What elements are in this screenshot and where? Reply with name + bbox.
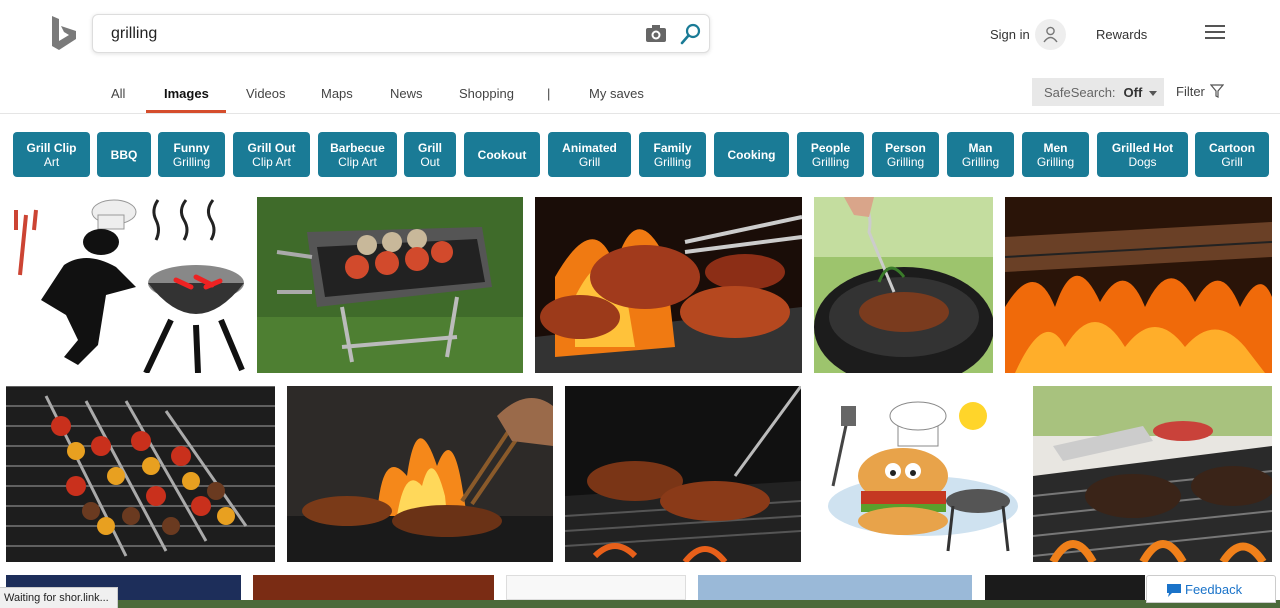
avatar[interactable]: [1035, 19, 1066, 50]
image-result-chef-clipart[interactable]: [6, 195, 245, 373]
user-icon: [1043, 26, 1058, 43]
tab-maps[interactable]: Maps: [321, 86, 353, 101]
related-chip[interactable]: Barbecue Clip Art: [318, 132, 397, 177]
sign-in-link[interactable]: Sign in: [990, 27, 1030, 42]
search-icon[interactable]: [680, 23, 702, 45]
related-chip[interactable]: Funny Grilling: [158, 132, 225, 177]
tab-my-saves[interactable]: My saves: [589, 86, 644, 101]
safesearch-label: SafeSearch:: [1044, 85, 1116, 100]
bing-logo[interactable]: [50, 16, 78, 50]
related-chip[interactable]: Grill Clip Art: [13, 132, 90, 177]
safesearch-value: Off: [1123, 85, 1143, 100]
image-result-portable-grill[interactable]: [257, 197, 523, 373]
hamburger-menu-icon[interactable]: [1205, 25, 1225, 41]
related-chip[interactable]: People Grilling: [797, 132, 864, 177]
image-result-partial[interactable]: [698, 575, 972, 600]
related-chip[interactable]: Animated Grill: [548, 132, 631, 177]
related-chip[interactable]: Grill Out Clip Art: [233, 132, 310, 177]
status-bar: Waiting for shor.link...: [0, 587, 118, 608]
image-result-grill-fork[interactable]: [814, 197, 993, 373]
feedback-button[interactable]: Feedback: [1146, 575, 1276, 603]
active-tab-indicator: [146, 110, 226, 113]
related-chip[interactable]: Men Grilling: [1022, 132, 1089, 177]
image-result-flames-grill[interactable]: [1005, 197, 1272, 373]
image-result-flame-chopsticks[interactable]: [287, 386, 553, 562]
related-chip[interactable]: Cartoon Grill: [1195, 132, 1269, 177]
camera-icon[interactable]: [645, 24, 667, 44]
image-result-kebabs[interactable]: [6, 386, 275, 562]
funnel-icon[interactable]: [1210, 84, 1224, 98]
image-result-partial[interactable]: [253, 575, 494, 600]
related-chip[interactable]: Family Grilling: [639, 132, 706, 177]
image-result-burgers-grill[interactable]: [1033, 386, 1272, 562]
related-chip[interactable]: Person Grilling: [872, 132, 939, 177]
safesearch-dropdown[interactable]: SafeSearch: Off: [1032, 78, 1164, 106]
tab-images[interactable]: Images: [164, 86, 209, 101]
related-chip[interactable]: Man Grilling: [947, 132, 1014, 177]
tab-videos[interactable]: Videos: [246, 86, 286, 101]
image-result-burger-cartoon[interactable]: [813, 386, 1022, 562]
feedback-label: Feedback: [1185, 582, 1243, 597]
tab-shopping[interactable]: Shopping: [459, 86, 514, 101]
chevron-down-icon: [1148, 91, 1157, 97]
taskbar: [0, 600, 1280, 608]
related-chip[interactable]: Cooking: [714, 132, 789, 177]
image-result-steak-tongs[interactable]: [535, 197, 802, 373]
tab-separator: |: [547, 86, 551, 101]
related-chip[interactable]: BBQ: [97, 132, 151, 177]
image-result-steak-smoke[interactable]: [565, 386, 801, 562]
search-box: [92, 14, 710, 53]
image-result-partial[interactable]: [985, 575, 1145, 600]
filter-button[interactable]: Filter: [1176, 84, 1205, 99]
image-result-partial[interactable]: [506, 575, 686, 600]
search-input[interactable]: [111, 23, 631, 45]
related-chip[interactable]: Grill Out: [404, 132, 456, 177]
related-chip[interactable]: Cookout: [464, 132, 540, 177]
tab-all[interactable]: All: [111, 86, 125, 101]
chat-bubble-icon: [1167, 584, 1181, 597]
rewards-link[interactable]: Rewards: [1096, 27, 1147, 42]
tab-news[interactable]: News: [390, 86, 423, 101]
related-chip[interactable]: Grilled Hot Dogs: [1097, 132, 1188, 177]
